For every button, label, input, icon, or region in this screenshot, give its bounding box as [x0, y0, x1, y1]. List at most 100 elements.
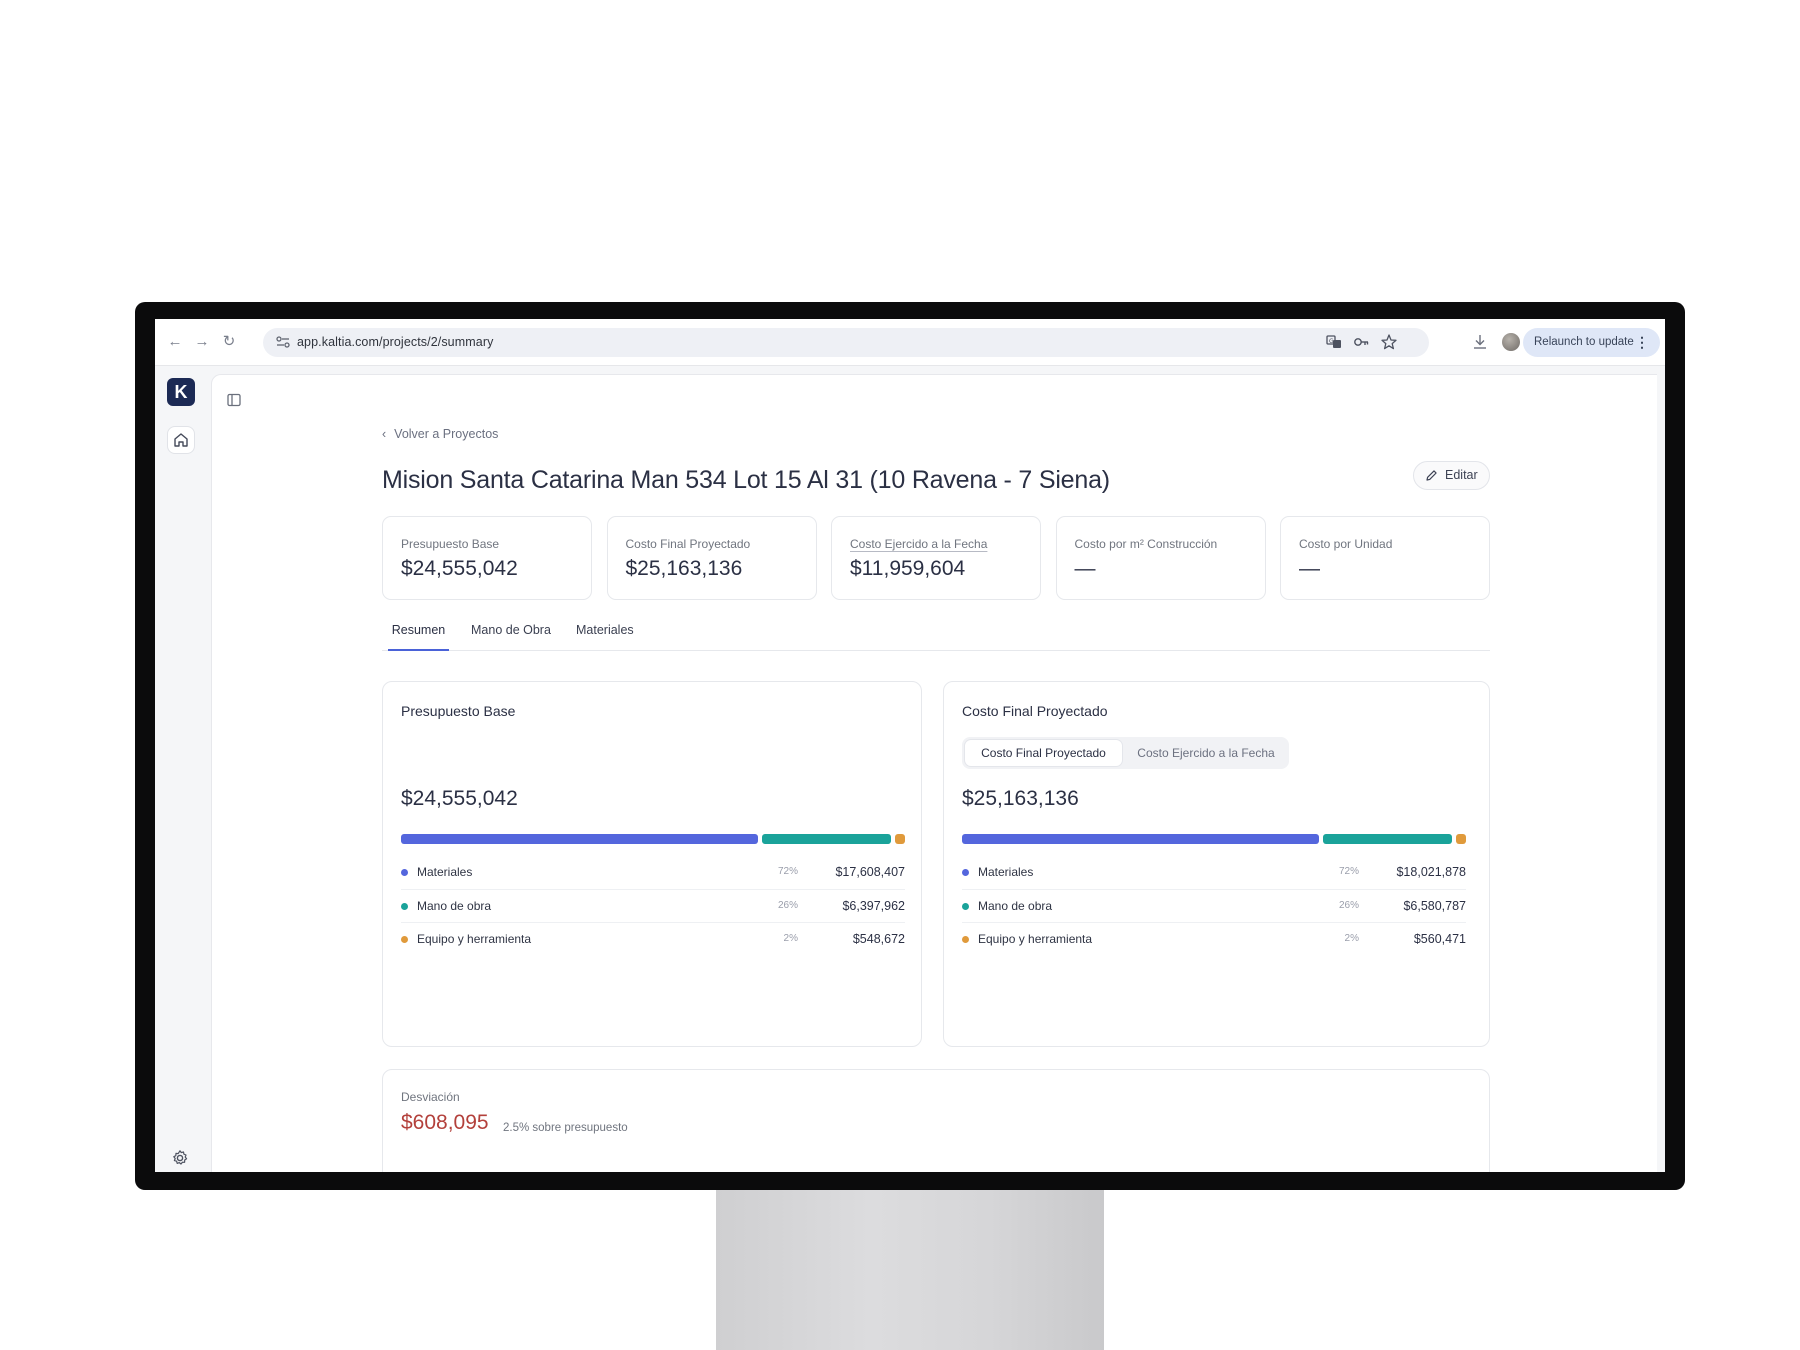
kpi-label: Costo por m² Construcción	[1074, 537, 1218, 551]
more-vertical-icon: ⋮	[1635, 334, 1649, 350]
legend-dot-materiales	[962, 869, 969, 876]
site-settings-icon[interactable]	[275, 334, 291, 350]
back-arrow-icon[interactable]: ←	[165, 332, 185, 352]
card-presupuesto-base: Presupuesto Base $24,555,042 Materiales	[382, 681, 922, 1047]
svg-text:G: G	[1329, 338, 1334, 345]
legend-pct: 2%	[1344, 933, 1359, 944]
kpi-value: —	[1299, 557, 1320, 580]
deviation-value: $608,095	[401, 1111, 489, 1134]
bar-segment-mano-de-obra	[762, 834, 891, 844]
tab-resumen[interactable]: Resumen	[388, 623, 449, 651]
legend-value: $17,608,407	[835, 865, 905, 879]
legend-dot-mano-de-obra	[962, 902, 969, 910]
address-bar[interactable]: app.kaltia.com/projects/2/summary G	[263, 328, 1429, 357]
breakdown-bar	[401, 834, 905, 844]
screen: ← → ↻ app.kaltia.com/projects/2/summary …	[155, 319, 1665, 1172]
legend-name: Mano de obra	[978, 898, 1053, 913]
translate-icon[interactable]: G	[1325, 333, 1343, 351]
main-panel: ‹ Volver a Proyectos Mision Santa Catarin…	[211, 374, 1657, 1172]
bar-segment-materiales	[962, 834, 1320, 844]
sidebar-item-home[interactable]	[167, 426, 195, 454]
legend-pct: 72%	[777, 866, 798, 877]
legend-pct: 26%	[1338, 899, 1359, 911]
legend-value: $560,471	[1413, 932, 1466, 946]
legend-value: $6,397,962	[842, 898, 905, 913]
monitor-stand	[716, 1190, 1104, 1350]
card-costo-final-proyectado: Costo Final Proyectado Costo Final Proye…	[943, 681, 1490, 1047]
legend-value: $18,021,878	[1396, 865, 1466, 879]
profile-avatar[interactable]	[1502, 333, 1520, 351]
card-desviacion: Desviación $608,095 2.5% sobre presupues…	[382, 1069, 1490, 1172]
home-icon	[174, 433, 188, 447]
kpi-card-presupuesto-base: Presupuesto Base $24,555,042	[382, 516, 592, 600]
edit-button[interactable]: Editar	[1413, 461, 1490, 490]
list-item: Mano de obra 26% $6,397,962	[401, 890, 905, 923]
legend-value: $548,672	[852, 932, 905, 946]
relaunch-label: Relaunch to update	[1534, 336, 1634, 348]
sidebar-toggle-icon[interactable]	[226, 392, 242, 408]
legend-name: Materiales	[978, 865, 1034, 879]
bar-segment-equipo	[1456, 834, 1466, 844]
legend-name: Mano de obra	[417, 898, 492, 913]
card-title: Costo Final Proyectado	[962, 703, 1108, 719]
tab-materiales[interactable]: Materiales	[576, 623, 634, 651]
list-item: Mano de obra 26% $6,580,787	[962, 890, 1466, 923]
browser-toolbar: ← → ↻ app.kaltia.com/projects/2/summary …	[155, 319, 1665, 366]
gear-icon[interactable]	[171, 1149, 189, 1167]
chevron-left-icon: ‹	[382, 427, 387, 441]
cost-view-toggle: Costo Final Proyectado Costo Ejercido a …	[962, 737, 1289, 769]
card-title: Presupuesto Base	[401, 703, 516, 719]
list-item: Materiales 72% $17,608,407	[401, 856, 905, 890]
kpi-card-costo-unidad: Costo por Unidad —	[1280, 516, 1490, 600]
legend-value: $6,580,787	[1403, 898, 1466, 913]
deviation-label: Desviación	[401, 1090, 460, 1104]
toggle-costo-final-proyectado[interactable]: Costo Final Proyectado	[965, 740, 1122, 766]
kpi-card-costo-m2: Costo por m² Construcción —	[1055, 516, 1266, 600]
toggle-costo-ejercido[interactable]: Costo Ejercido a la Fecha	[1126, 740, 1286, 766]
password-key-icon[interactable]	[1352, 333, 1370, 351]
legend-dot-mano-de-obra	[401, 902, 408, 910]
page-title: Mision Santa Catarina Man 534 Lot 15 Al …	[382, 466, 1110, 494]
legend-name: Materiales	[417, 865, 473, 879]
legend-pct: 72%	[1338, 866, 1359, 877]
deviation-note: 2.5% sobre presupuesto	[503, 1122, 628, 1134]
relaunch-update-button[interactable]: Relaunch to update ⋮	[1523, 328, 1660, 357]
list-item: Equipo y herramienta 2% $560,471	[962, 923, 1466, 957]
breakdown-legend: Materiales 72% $17,608,407 Mano de obra …	[401, 856, 905, 957]
download-icon[interactable]	[1470, 332, 1490, 352]
kpi-value: $11,959,604	[850, 557, 966, 580]
tab-bar: Resumen Mano de Obra Materiales	[382, 615, 1490, 651]
breakdown-legend: Materiales 72% $18,021,878 Mano de obra …	[962, 856, 1466, 957]
back-label: Volver a Proyectos	[394, 427, 499, 441]
legend-name: Equipo y herramienta	[417, 932, 532, 946]
list-item: Materiales 72% $18,021,878	[962, 856, 1466, 890]
page-content: ‹ Volver a Proyectos Mision Santa Catarin…	[382, 375, 1490, 1172]
back-to-projects-link[interactable]: ‹ Volver a Proyectos	[382, 427, 498, 441]
app-shell: K ‹ Volver a Proyectos Mision Santa Cata…	[155, 366, 1665, 1172]
app-logo[interactable]: K	[167, 378, 195, 406]
kpi-value: —	[1074, 557, 1096, 580]
legend-dot-equipo	[401, 936, 408, 943]
url-text[interactable]: app.kaltia.com/projects/2/summary	[297, 335, 493, 349]
reload-icon[interactable]: ↻	[219, 332, 239, 352]
kpi-card-costo-ejercido[interactable]: Costo Ejercido a la Fecha $11,959,604	[831, 516, 1041, 600]
tab-mano-de-obra[interactable]: Mano de Obra	[471, 623, 551, 651]
kpi-row: Presupuesto Base $24,555,042 Costo Final…	[382, 516, 1490, 600]
breakdown-bar	[962, 834, 1466, 844]
card-total: $25,163,136	[962, 787, 1079, 810]
monitor-frame: ← → ↻ app.kaltia.com/projects/2/summary …	[135, 302, 1685, 1190]
forward-arrow-icon[interactable]: →	[192, 332, 212, 352]
legend-pct: 2%	[783, 933, 798, 944]
legend-name: Equipo y herramienta	[978, 932, 1093, 946]
bar-segment-materiales	[401, 834, 759, 844]
kpi-label[interactable]: Costo Ejercido a la Fecha	[850, 537, 987, 551]
bookmark-star-icon[interactable]	[1380, 333, 1398, 351]
sidebar: K	[155, 366, 211, 1172]
list-item: Equipo y herramienta 2% $548,672	[401, 923, 905, 957]
pencil-icon	[1426, 470, 1437, 481]
legend-dot-materiales	[401, 869, 408, 876]
legend-pct: 26%	[777, 899, 798, 911]
legend-dot-equipo	[962, 936, 969, 943]
kpi-label: Costo por Unidad	[1299, 537, 1393, 551]
card-total: $24,555,042	[401, 787, 518, 810]
